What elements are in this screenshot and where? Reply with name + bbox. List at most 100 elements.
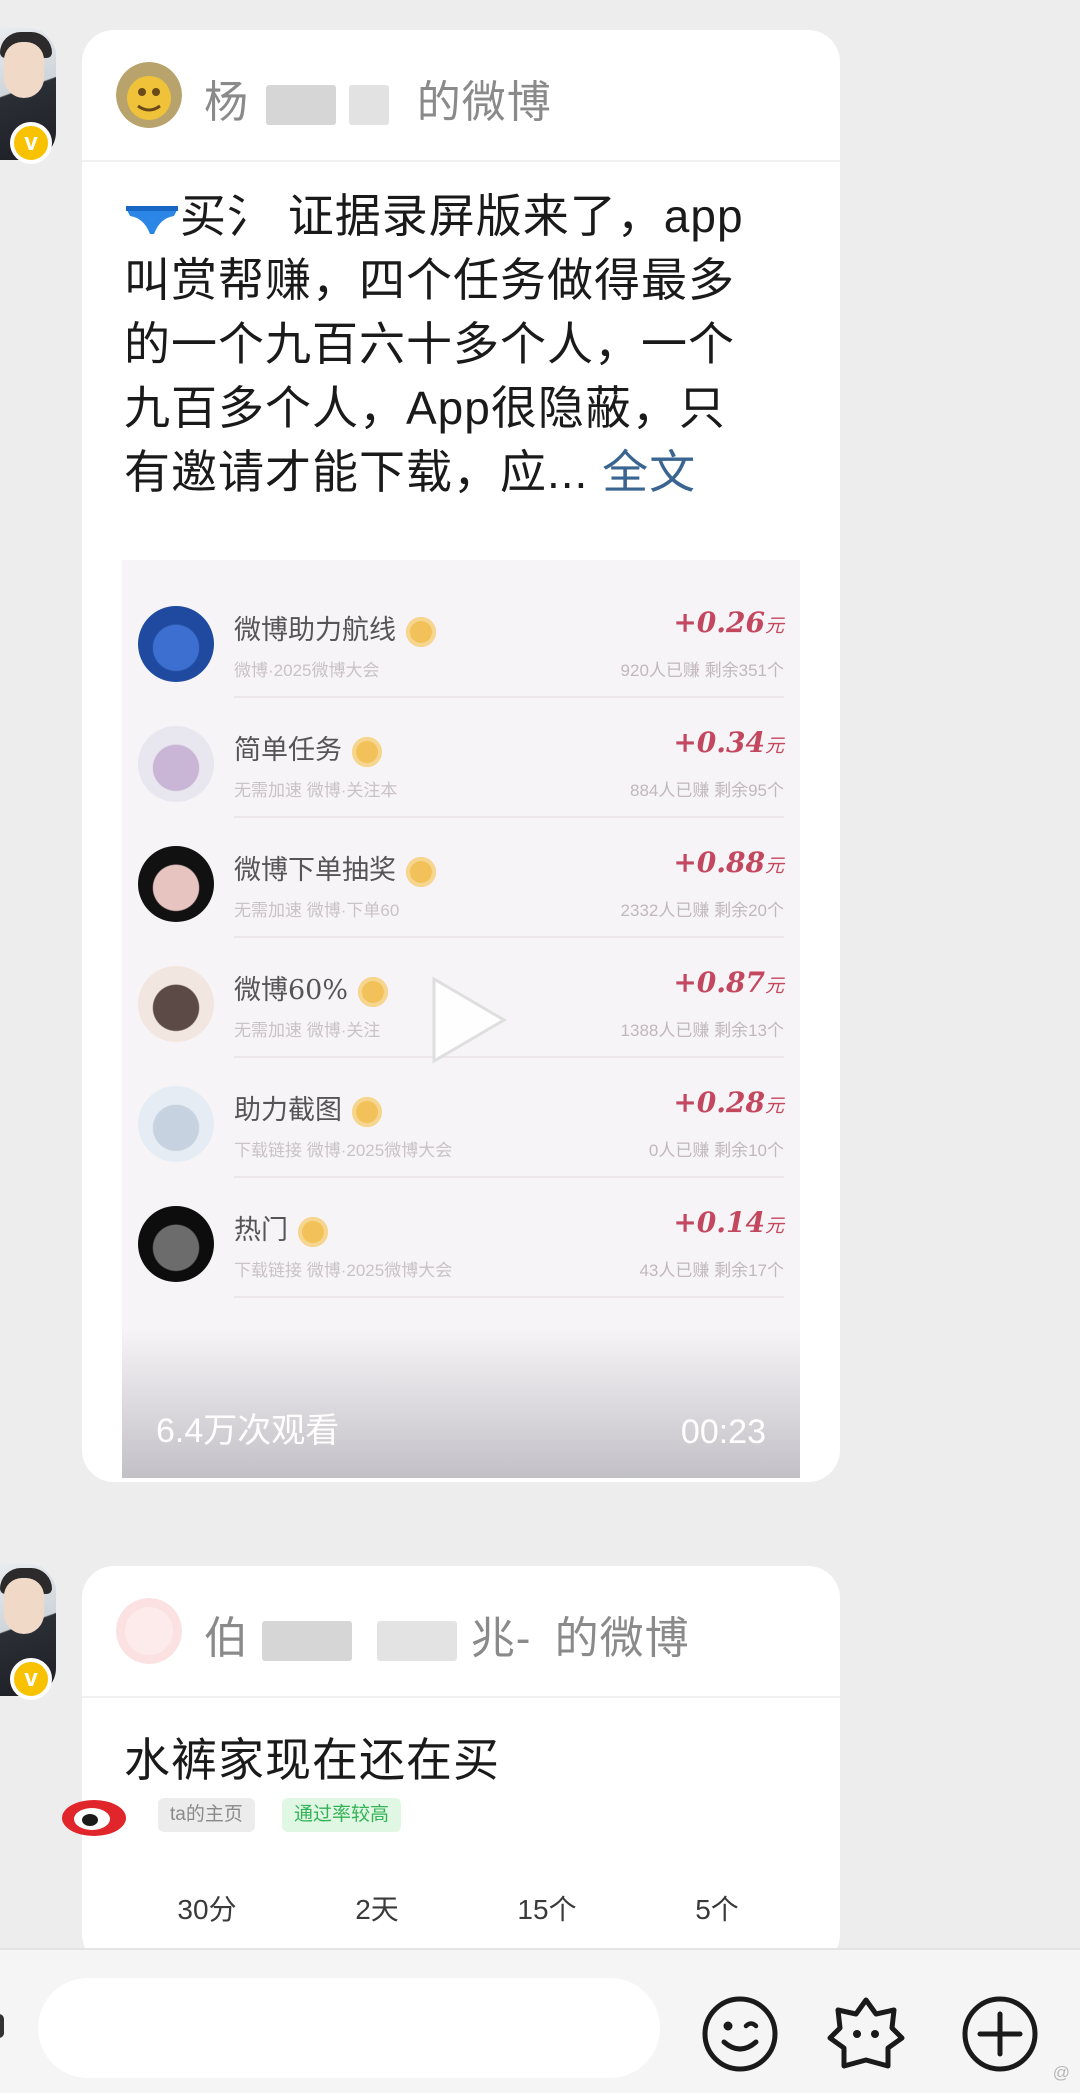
voice-toggle-icon[interactable] — [0, 2014, 4, 2038]
weibo-logo-icon — [62, 1800, 126, 1836]
task-thumbnail — [138, 966, 214, 1042]
task-subtitle: 无需加速 微博·下单60 — [234, 901, 400, 920]
row-divider — [234, 1296, 784, 1298]
task-price: +0.87元 — [673, 966, 784, 999]
task-subtitle: 下载链接 微博·2025微博大会 — [234, 1261, 453, 1280]
task-price-unit: 元 — [764, 975, 784, 997]
source-name-mid: 兆- — [470, 1614, 532, 1663]
post-text[interactable]: 水裤家现在还在买 — [82, 1698, 840, 1792]
task-thumbnail — [138, 846, 214, 922]
emoji-icon[interactable] — [700, 1994, 780, 2074]
task-progress: 2332人已赚 剩余20个 — [620, 901, 784, 920]
post-text-line: 的一个九百六十多个人，一个 — [124, 318, 735, 370]
source-avatar[interactable] — [116, 62, 182, 128]
card-header[interactable]: 伯 兆- 的微博 — [82, 1566, 840, 1698]
add-icon[interactable] — [960, 1994, 1040, 2074]
task-subtitle: 无需加速 微博·关注 — [234, 1021, 381, 1040]
task-title-text: 热门 — [234, 1215, 288, 1246]
task-progress: 43人已赚 剩余17个 — [639, 1261, 784, 1280]
task-price-value: +0.26 — [673, 606, 765, 639]
task-title: 简单任务 — [234, 728, 382, 767]
task-title-text: 助力截图 — [234, 1095, 342, 1126]
message-input[interactable] — [38, 1978, 660, 2078]
task-progress: 920人已赚 剩余351个 — [620, 661, 784, 680]
watermark: @ — [1052, 2063, 1070, 2082]
task-price-unit: 元 — [764, 735, 784, 757]
task-price-value: +0.87 — [673, 966, 765, 999]
stat-value: 15个 — [517, 1894, 577, 1925]
source-name-suffix: 的微博 — [554, 1614, 690, 1663]
task-progress: 884人已赚 剩余95个 — [630, 781, 784, 800]
coin-icon — [406, 616, 436, 647]
video-player[interactable]: 微博助力航线 +0.26元 微博·2025微博大会 920人已赚 剩余351个 简单任务… — [122, 560, 800, 1478]
task-price: +0.26元 — [673, 606, 784, 639]
task-title: 微博助力航线 — [234, 608, 436, 647]
stat-value: 5个 — [695, 1894, 739, 1925]
source-name[interactable]: 伯 兆- 的微博 — [204, 1602, 690, 1666]
task-thumbnail — [138, 1206, 214, 1282]
stat-value: 2天 — [355, 1894, 399, 1925]
avatar-face — [4, 42, 44, 98]
full-text-link[interactable]: 全文 — [602, 446, 696, 498]
task-price-value: +0.88 — [673, 846, 765, 879]
play-icon[interactable] — [428, 975, 508, 1065]
task-title: 微博60% — [234, 968, 389, 1007]
chat-input-bar: @ — [0, 1948, 1080, 2093]
homepage-tag[interactable]: ta的主页 — [158, 1798, 255, 1832]
redacted-block — [262, 1621, 353, 1662]
task-price-unit: 元 — [764, 1095, 784, 1117]
task-subtitle: 下载链接 微博·2025微博大会 — [234, 1141, 453, 1160]
task-price-value: +0.14 — [673, 1206, 765, 1239]
video-duration: 00:23 — [680, 1413, 766, 1451]
task-title-text: 微博60% — [234, 975, 349, 1006]
sticker-icon[interactable] — [826, 1994, 906, 2074]
task-title: 热门 — [234, 1208, 328, 1247]
task-price-value: +0.34 — [673, 726, 765, 759]
task-thumbnail — [138, 726, 214, 802]
source-avatar[interactable] — [116, 1598, 182, 1664]
shared-weibo-card[interactable]: 杨 的微博 买氵 证据录屏版来了，app 叫赏帮赚，四个任务做得最多 的一个九百… — [82, 30, 840, 1482]
redacted-block — [349, 85, 390, 126]
post-text-line: 九百多个人，App很隐蔽，只 — [124, 382, 726, 434]
coin-icon — [406, 856, 436, 887]
card-header[interactable]: 杨 的微博 — [82, 30, 840, 162]
task-stats: 30分 2天 15个 5个 — [82, 1888, 840, 1948]
task-progress: 1388人已赚 剩余13个 — [620, 1021, 784, 1040]
source-name[interactable]: 杨 的微博 — [204, 66, 552, 130]
source-name-prefix: 伯 — [204, 1614, 249, 1663]
source-name-prefix: 杨 — [204, 78, 249, 127]
avatar-face — [4, 1578, 44, 1634]
task-price-unit: 元 — [764, 855, 784, 877]
sender-avatar[interactable]: v — [0, 1564, 56, 1700]
task-title: 微博下单抽奖 — [234, 848, 436, 887]
video-task-row: 助力截图 +0.28元 下载链接 微博·2025微博大会 0人已赚 剩余10个 — [122, 1058, 800, 1178]
stat-value: 30分 — [177, 1894, 237, 1925]
task-title-text: 简单任务 — [234, 735, 342, 766]
post-text-line: 水裤家现在还在买 — [124, 1734, 500, 1786]
source-name-suffix: 的微博 — [416, 78, 552, 127]
coin-icon — [298, 1216, 328, 1247]
task-price-unit: 元 — [764, 615, 784, 637]
video-views: 6.4万次观看 — [156, 1412, 340, 1450]
task-price: +0.28元 — [673, 1086, 784, 1119]
task-thumbnail — [138, 606, 214, 682]
task-title-text: 微博助力航线 — [234, 615, 396, 646]
video-task-row: 热门 +0.14元下载链接 微博·2025微博大会 43人已赚 剩余17个 — [122, 1178, 800, 1298]
task-price: +0.88元 — [673, 846, 784, 879]
pass-rate-tag: 通过率较高 — [282, 1798, 402, 1832]
task-price: +0.14元 — [673, 1206, 784, 1239]
video-task-row: 微博下单抽奖 +0.88元无需加速 微博·下单60 2332人已赚 剩余20个 — [122, 818, 800, 938]
post-text-line: 有邀请才能下载，应... 全文 — [124, 446, 697, 498]
underwear-icon — [126, 205, 178, 234]
redacted-block — [377, 1621, 458, 1662]
redacted-block — [266, 85, 337, 126]
post-text[interactable]: 买氵 证据录屏版来了，app 叫赏帮赚，四个任务做得最多 的一个九百六十多个人，… — [82, 162, 840, 504]
coin-icon — [352, 736, 382, 767]
sender-avatar[interactable]: v — [0, 28, 56, 164]
task-subtitle: 微博·2025微博大会 — [234, 661, 380, 680]
task-subtitle: 无需加速 微博·关注本 — [234, 781, 398, 800]
task-title-text: 微博下单抽奖 — [234, 855, 396, 886]
task-price: +0.34元 — [673, 726, 784, 759]
task-thumbnail — [138, 1086, 214, 1162]
post-text-line: 买氵 证据录屏版来了，app — [124, 184, 840, 248]
